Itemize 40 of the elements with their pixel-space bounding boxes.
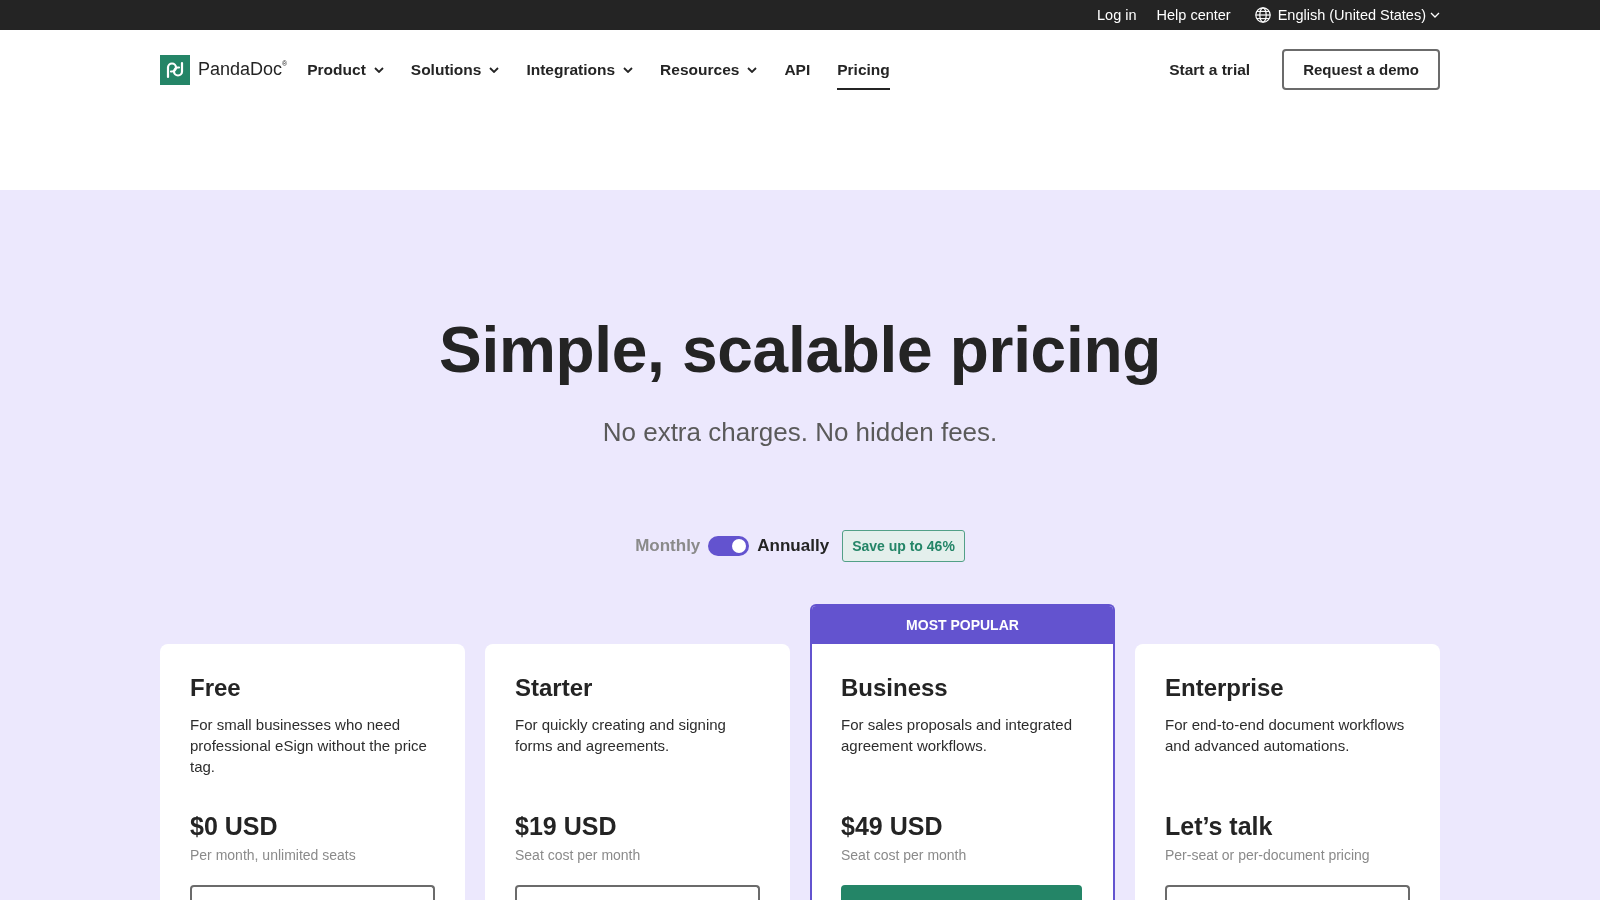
savings-badge: Save up to 46% xyxy=(842,530,965,562)
plan-price: $49 USD xyxy=(841,811,944,841)
price-note: Seat cost per month xyxy=(515,846,642,865)
plan-description: For quickly creating and signing forms and agreements. xyxy=(515,715,727,756)
language-selector[interactable]: English (United States) xyxy=(1254,7,1440,23)
nav-link[interactable]: Pricing xyxy=(837,49,890,90)
plan-button[interactable] xyxy=(515,885,760,900)
request-demo-button[interactable]: Request a demo xyxy=(1282,49,1440,90)
nav-link[interactable]: Integrations xyxy=(526,49,634,90)
plan-name: Business xyxy=(841,673,949,703)
plan-price: $19 USD xyxy=(515,811,618,841)
plan-button[interactable] xyxy=(190,885,435,900)
top-link[interactable]: Log in xyxy=(1097,7,1137,23)
plan-name: Starter xyxy=(515,673,594,703)
logo-icon xyxy=(160,54,190,85)
plan-description: For sales proposals and integrated agreement workflows. xyxy=(841,715,1073,756)
plan-name: Enterprise xyxy=(1165,673,1285,703)
nav-link[interactable]: API xyxy=(784,49,811,90)
plan-price: $0 USD xyxy=(190,811,279,841)
start-trial-link[interactable]: Start a trial xyxy=(1169,60,1251,79)
plan-description: For end-to-end document workflows and advanced automations. xyxy=(1165,715,1406,756)
logo[interactable]: PandaDoc$^{®}$ xyxy=(160,54,288,85)
nav-link[interactable]: Resources xyxy=(660,49,758,90)
nav-link[interactable]: Product xyxy=(307,49,384,90)
chevron-down-icon xyxy=(1430,12,1440,18)
plan-banner: MOST POPULAR xyxy=(812,606,1113,644)
plan-button[interactable] xyxy=(1165,885,1410,900)
globe-icon xyxy=(1254,7,1271,23)
page-title: Simple, scalable pricing xyxy=(439,314,1161,386)
price-note: Per-seat or per-document pricing xyxy=(1165,846,1371,865)
price-note: Per month, unlimited seats xyxy=(190,846,357,865)
plan-description: For small businesses who need professional eSign without the price tag. xyxy=(190,715,428,777)
page-subtitle: No extra charges. No hidden fees. xyxy=(602,417,998,447)
price-note: Seat cost per month xyxy=(841,846,968,865)
billing-toggle[interactable] xyxy=(708,536,750,556)
plan-name: Free xyxy=(190,673,242,703)
top-link[interactable]: Help center xyxy=(1156,7,1231,23)
plan-price: Let’s talk xyxy=(1165,811,1274,841)
nav-link[interactable]: Solutions xyxy=(410,49,500,90)
billing-option-label[interactable]: Annually xyxy=(757,536,830,556)
